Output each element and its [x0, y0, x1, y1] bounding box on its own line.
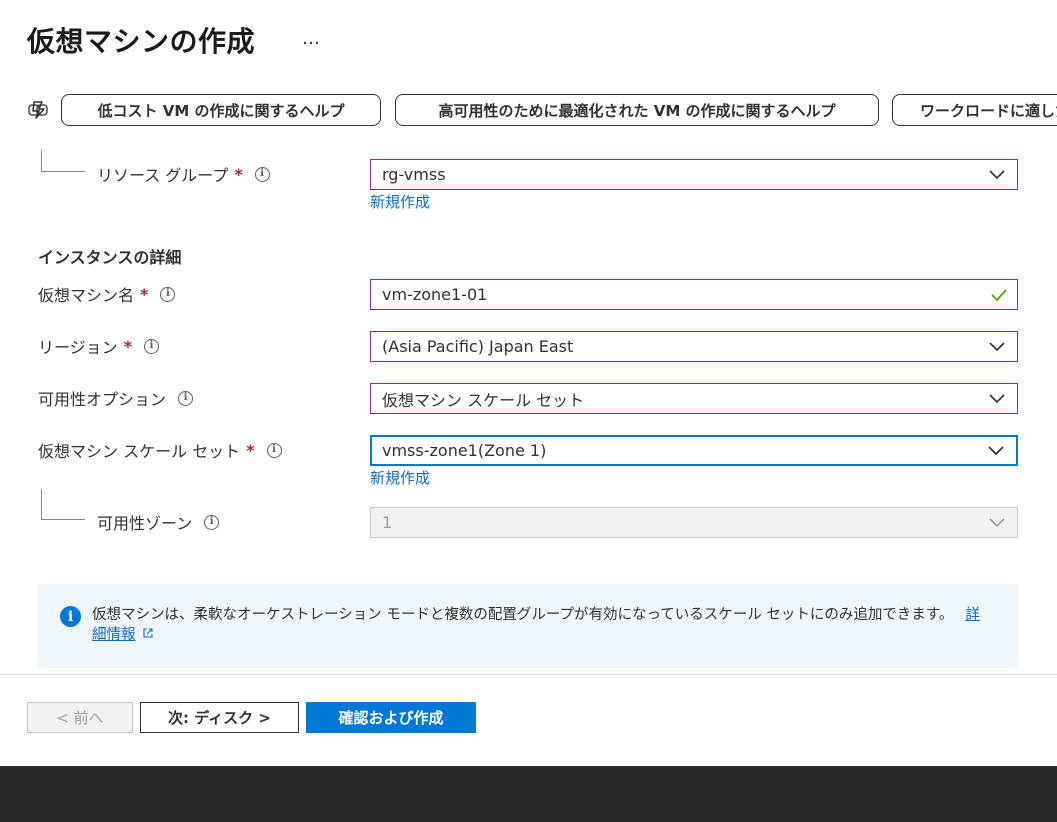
info-banner-message: 仮想マシンは、柔軟なオーケストレーション モードと複数の配置グループが有効になっ…: [92, 607, 954, 623]
suggestion-workload-vm[interactable]: ワークロードに適した VM の作成に関するヘルプ: [892, 94, 1057, 126]
review-create-button[interactable]: 確認および作成: [306, 702, 476, 733]
availability-zone-label: 可用性ゾーン i: [97, 510, 220, 534]
info-icon[interactable]: i: [266, 442, 282, 458]
external-link-icon: [142, 628, 153, 638]
vm-name-label: 仮想マシン名 * i: [38, 282, 176, 306]
availability-zone-select[interactable]: 1: [370, 507, 1018, 538]
scale-set-create-new-link[interactable]: 新規作成: [370, 467, 430, 488]
info-icon[interactable]: i: [144, 338, 160, 354]
next-disk-button[interactable]: 次: ディスク >: [140, 702, 299, 733]
required-marker: *: [234, 164, 243, 184]
required-marker: *: [123, 336, 133, 356]
vm-name-input[interactable]: vm-zone1-01: [370, 279, 1018, 310]
info-icon[interactable]: i: [178, 390, 194, 406]
chevron-down-icon: [989, 517, 1005, 527]
availability-zone-value: 1: [382, 513, 393, 532]
info-banner-text: 仮想マシンは、柔軟なオーケストレーション モードと複数の配置グループが有効になっ…: [92, 605, 992, 645]
chevron-down-icon: [989, 393, 1005, 403]
required-marker: *: [246, 440, 255, 460]
vm-name-label-text: 仮想マシン名: [38, 286, 135, 305]
availability-option-label-text: 可用性オプション: [38, 390, 167, 409]
tree-connector: [41, 489, 85, 520]
resource-group-label: リソース グループ * i: [97, 162, 270, 186]
info-icon[interactable]: i: [204, 514, 220, 530]
scale-set-select[interactable]: vmss-zone1(Zone 1): [370, 435, 1018, 466]
availability-option-value: 仮想マシン スケール セット: [382, 390, 585, 410]
previous-button[interactable]: < 前へ: [27, 702, 133, 733]
region-select[interactable]: (Asia Pacific) Japan East: [370, 331, 1018, 362]
resource-group-label-text: リソース グループ: [97, 166, 229, 185]
info-filled-icon: i: [60, 606, 81, 627]
availability-zone-label-text: 可用性ゾーン: [97, 514, 193, 533]
valid-check-icon: [991, 288, 1007, 301]
availability-option-select[interactable]: 仮想マシン スケール セット: [370, 383, 1018, 414]
resource-group-create-new-link[interactable]: 新規作成: [370, 191, 430, 212]
footer-divider: [0, 674, 1057, 675]
vm-name-value: vm-zone1-01: [382, 285, 488, 304]
region-label-text: リージョン: [38, 338, 118, 357]
info-icon[interactable]: i: [254, 166, 270, 182]
taskbar-area: [0, 766, 1057, 822]
instance-details-heading: インスタンスの詳細: [38, 248, 182, 267]
chevron-down-icon: [988, 445, 1004, 455]
resource-group-select[interactable]: rg-vmss: [370, 159, 1018, 190]
required-marker: *: [140, 284, 149, 304]
region-value: (Asia Pacific) Japan East: [382, 337, 574, 356]
scale-set-value: vmss-zone1(Zone 1): [382, 441, 547, 460]
copilot-icon: [28, 101, 48, 119]
scale-set-label-text: 仮想マシン スケール セット: [38, 442, 241, 461]
tree-connector: [41, 150, 85, 172]
page-title: 仮想マシンの作成: [27, 25, 256, 58]
create-vm-page: 仮想マシンの作成 … 低コスト VM の作成に関するヘルプ 高可用性のために最適…: [0, 0, 1057, 822]
suggestion-high-availability-vm[interactable]: 高可用性のために最適化された VM の作成に関するヘルプ: [395, 94, 879, 126]
availability-option-label: 可用性オプション i: [38, 386, 194, 410]
region-label: リージョン * i: [38, 334, 160, 358]
chevron-down-icon: [989, 341, 1005, 351]
resource-group-value: rg-vmss: [382, 165, 446, 184]
more-actions-button[interactable]: …: [302, 28, 321, 49]
scale-set-label: 仮想マシン スケール セット * i: [38, 438, 282, 462]
info-banner: i 仮想マシンは、柔軟なオーケストレーション モードと複数の配置グループが有効に…: [37, 584, 1018, 668]
chevron-down-icon: [989, 169, 1005, 179]
info-icon[interactable]: i: [160, 286, 176, 302]
suggestion-low-cost-vm[interactable]: 低コスト VM の作成に関するヘルプ: [61, 94, 381, 126]
